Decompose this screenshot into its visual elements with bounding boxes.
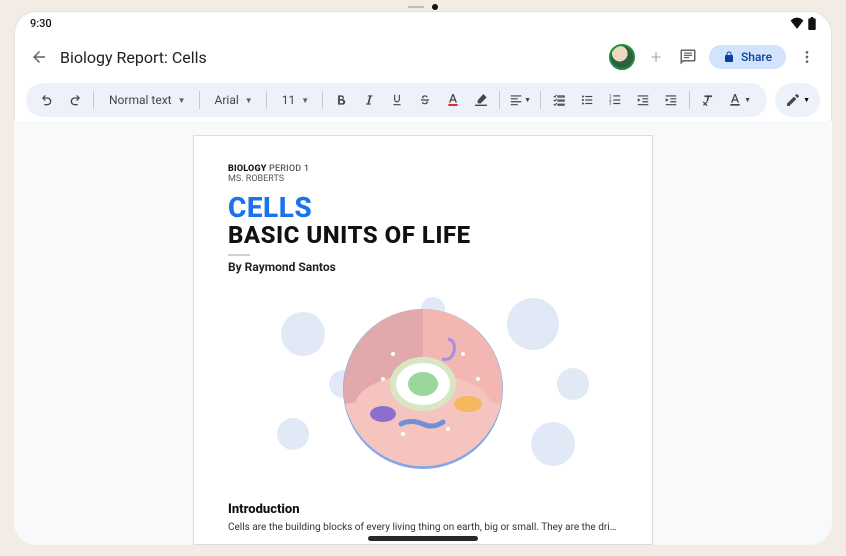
indent-increase-button[interactable]	[658, 87, 684, 113]
numbered-list-button[interactable]: 123	[602, 87, 628, 113]
battery-icon	[808, 17, 816, 30]
app-header: Biology Report: Cells + Share	[14, 35, 832, 79]
device-sensor	[408, 4, 438, 10]
nav-handle[interactable]	[368, 536, 478, 541]
doc-teacher: MS. ROBERTS	[228, 174, 618, 184]
bullet-list-button[interactable]	[574, 87, 600, 113]
doc-title-line2: BASIC UNITS OF LIFE	[228, 222, 618, 248]
section-heading: Introduction	[228, 502, 618, 517]
document-canvas[interactable]: BIOLOGY PERIOD 1 MS. ROBERTS CELLS BASIC…	[14, 121, 832, 545]
font-size-dropdown[interactable]: 11▼	[272, 87, 317, 113]
toolbar-container: Normal text▼ Arial▼ 11▼ ▼ 123 ▼ ▼	[14, 79, 832, 121]
share-label: Share	[741, 50, 772, 64]
doc-kicker: BIOLOGY PERIOD 1	[228, 164, 618, 174]
redo-button[interactable]	[62, 87, 88, 113]
strikethrough-button[interactable]	[412, 87, 438, 113]
wifi-icon	[790, 17, 804, 29]
format-options-button[interactable]: ▼	[723, 87, 755, 113]
back-button[interactable]	[28, 46, 50, 68]
highlight-button[interactable]	[468, 87, 494, 113]
svg-text:3: 3	[609, 101, 612, 106]
comments-button[interactable]	[677, 46, 699, 68]
section-text: Cells are the building blocks of every l…	[228, 521, 618, 535]
text-color-button[interactable]	[440, 87, 466, 113]
doc-title-line1: CELLS	[228, 194, 618, 222]
document-page[interactable]: BIOLOGY PERIOD 1 MS. ROBERTS CELLS BASIC…	[193, 135, 653, 545]
font-dropdown[interactable]: Arial▼	[205, 87, 261, 113]
underline-button[interactable]	[384, 87, 410, 113]
status-bar: 9:30	[14, 11, 832, 35]
title-rule	[228, 254, 250, 256]
align-button[interactable]: ▼	[505, 87, 535, 113]
share-button[interactable]: Share	[709, 45, 786, 69]
clear-formatting-button[interactable]	[695, 87, 721, 113]
status-time: 9:30	[30, 17, 52, 30]
device-screen: 9:30 Biology Report: Cells + Share	[14, 11, 832, 545]
indent-decrease-button[interactable]	[630, 87, 656, 113]
doc-byline: By Raymond Santos	[228, 260, 618, 274]
user-avatar[interactable]	[609, 44, 635, 70]
italic-button[interactable]	[356, 87, 382, 113]
more-menu-button[interactable]	[796, 46, 818, 68]
lock-icon	[723, 51, 735, 63]
paragraph-style-dropdown[interactable]: Normal text▼	[99, 87, 194, 113]
checklist-button[interactable]	[546, 87, 572, 113]
add-collaborator-button[interactable]: +	[645, 46, 667, 68]
pen-tool-button[interactable]: ▼	[781, 87, 814, 113]
bold-button[interactable]	[328, 87, 354, 113]
undo-button[interactable]	[34, 87, 60, 113]
cell-illustration	[228, 284, 618, 484]
formatting-toolbar: Normal text▼ Arial▼ 11▼ ▼ 123 ▼	[26, 83, 767, 117]
doc-title[interactable]: Biology Report: Cells	[60, 48, 207, 67]
